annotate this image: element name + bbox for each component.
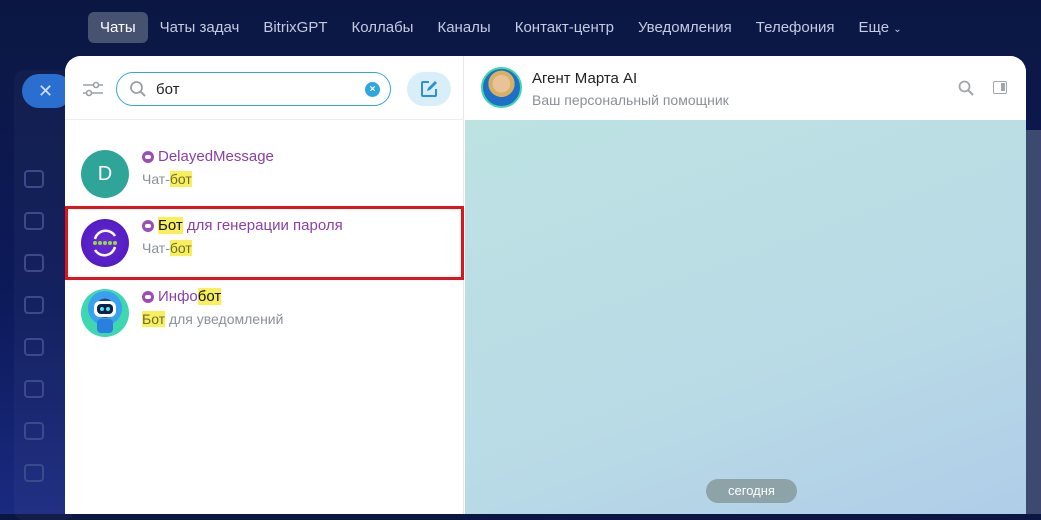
nav-notifications[interactable]: Уведомления xyxy=(626,12,744,43)
search-icon xyxy=(130,81,146,97)
match-highlight: Бот xyxy=(142,311,166,327)
match-highlight: бот xyxy=(197,288,222,305)
mail-icon xyxy=(24,464,44,482)
search-icon[interactable] xyxy=(958,80,974,96)
search-result-item[interactable]: D DelayedMessage Чат-бот xyxy=(65,140,464,210)
avatar xyxy=(81,289,129,337)
nav-collabs[interactable]: Коллабы xyxy=(339,12,425,43)
match-highlight: бот xyxy=(169,240,192,256)
background-page xyxy=(1026,130,1041,514)
result-subtitle: Чат- xyxy=(142,240,170,256)
nav-telephony[interactable]: Телефония xyxy=(744,12,847,43)
new-chat-button[interactable] xyxy=(407,72,451,106)
nav-bitrixgpt[interactable]: BitrixGPT xyxy=(251,12,339,43)
search-field[interactable]: × xyxy=(116,72,391,106)
chat-panel: Агент Марта AI Ваш персональный помощник… xyxy=(465,56,1026,514)
search-panel: × D DelayedMessage Чат-бот Бот для генер… xyxy=(65,56,464,514)
search-result-item[interactable]: Инфо бот Бот для уведомлений xyxy=(65,280,464,350)
agent-avatar[interactable] xyxy=(481,67,522,108)
robot-icon xyxy=(94,301,116,333)
chat-icon xyxy=(24,170,44,188)
bot-icon xyxy=(142,150,154,163)
nav-contact-center[interactable]: Контакт-центр xyxy=(503,12,626,43)
result-name: DelayedMessage xyxy=(158,148,274,165)
result-name: для генерации пароля xyxy=(182,217,343,234)
bot-icon xyxy=(142,219,154,232)
bot-icon xyxy=(142,290,154,303)
document-icon xyxy=(24,212,44,230)
file-icon xyxy=(24,338,44,356)
board-icon xyxy=(24,380,44,398)
compose-icon xyxy=(421,81,437,97)
chat-subtitle: Ваш персональный помощник xyxy=(532,92,729,108)
sidebar-toggle-icon[interactable] xyxy=(993,81,1007,94)
search-input[interactable] xyxy=(156,79,356,99)
result-subtitle: Чат- xyxy=(142,171,170,187)
close-icon: ✕ xyxy=(38,81,54,101)
hexagon-icon xyxy=(24,254,44,272)
search-result-item-selected[interactable]: Бот для генерации пароля Чат-бот xyxy=(65,206,464,280)
nav-channels[interactable]: Каналы xyxy=(425,12,502,43)
nav-chats[interactable]: Чаты xyxy=(88,12,148,43)
clear-search-icon[interactable]: × xyxy=(365,82,380,97)
date-divider: сегодня xyxy=(706,479,797,503)
avatar xyxy=(81,219,129,267)
top-navigation: Чаты Чаты задач BitrixGPT Коллабы Каналы… xyxy=(88,12,914,43)
match-highlight: Бот xyxy=(158,217,183,234)
nav-more[interactable]: Еще ⌄ xyxy=(847,12,914,43)
result-name: Инфо xyxy=(158,288,198,305)
match-highlight: бот xyxy=(169,171,192,187)
password-refresh-icon xyxy=(93,229,117,257)
messenger-popup: × D DelayedMessage Чат-бот Бот для генер… xyxy=(65,56,1026,514)
chat-header: Агент Марта AI Ваш персональный помощник xyxy=(465,56,1026,120)
result-subtitle: для уведомлений xyxy=(165,311,284,327)
search-bar: × xyxy=(65,56,464,120)
chevron-down-icon: ⌄ xyxy=(893,24,902,35)
avatar: D xyxy=(81,150,129,198)
chat-title[interactable]: Агент Марта AI xyxy=(532,70,637,87)
calendar-icon xyxy=(24,296,44,314)
chat-messages-area: сегодня xyxy=(465,120,1026,514)
drive-icon xyxy=(24,422,44,440)
nav-task-chats[interactable]: Чаты задач xyxy=(148,12,252,43)
filter-icon[interactable] xyxy=(82,80,104,98)
nav-more-label: Еще xyxy=(858,19,890,36)
